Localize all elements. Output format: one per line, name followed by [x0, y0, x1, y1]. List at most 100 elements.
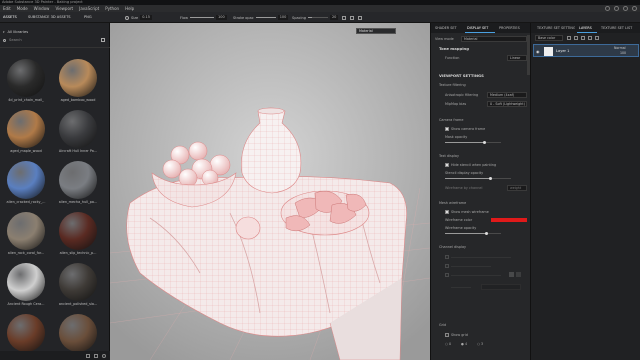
spacing-control[interactable]: Spacing 20 — [292, 14, 339, 21]
camera-icon[interactable] — [605, 6, 610, 11]
search-input[interactable]: Search — [9, 38, 79, 42]
settings-icon[interactable] — [102, 353, 106, 358]
menu-viewport[interactable]: Viewport — [55, 6, 73, 11]
asset-label: Ancient Rough Cera... — [7, 302, 45, 306]
spacing-value[interactable]: 20 — [329, 15, 339, 20]
channel-dropdown[interactable]: Base color — [535, 35, 563, 41]
asset-label: alien_mecha_hull_pa... — [58, 200, 98, 204]
add-mask-icon[interactable] — [581, 36, 585, 40]
asset-thumbnail[interactable]: 4d_print_chain_mail_ — [3, 59, 51, 102]
material-preview-icon — [7, 110, 45, 148]
pen-icon[interactable] — [358, 15, 362, 20]
flow-value[interactable]: 100 — [216, 15, 227, 20]
filter-icon[interactable] — [86, 353, 90, 358]
tab-substance-assets[interactable]: SUBSTANCE 3D ASSETS — [28, 12, 71, 23]
hide-stencil-checkbox[interactable] — [445, 163, 449, 167]
weight-button[interactable]: weight — [507, 185, 527, 191]
asset-thumbnail[interactable]: ancient_polished_sla... — [55, 263, 103, 306]
asset-thumbnail[interactable] — [3, 314, 51, 353]
layers-tabbar: TEXTURE SET SETTINGS LAYERS TEXTURE SET … — [531, 23, 640, 33]
grid-view-icon[interactable] — [101, 38, 105, 42]
size-value[interactable]: 0.15 — [140, 15, 152, 20]
viewport-material-dropdown[interactable]: Material — [356, 28, 396, 34]
import-icon[interactable] — [94, 353, 98, 358]
viewport-3d[interactable]: Material — [110, 23, 430, 360]
stencil-opacity-slider[interactable] — [445, 177, 511, 181]
scene-render[interactable] — [110, 23, 430, 360]
show-grid-checkbox[interactable] — [445, 333, 449, 337]
display-settings-panel: SHADER SET DISPLAY SET PROPERTIES View m… — [430, 23, 531, 360]
asset-thumbnail[interactable]: Aircraft Hull Inner Pa... — [55, 110, 103, 153]
asset-thumbnail[interactable]: alien_cracked_rocky_... — [3, 161, 51, 204]
add-fill-layer-icon[interactable] — [567, 36, 571, 40]
asset-label: alien_cracked_rocky_... — [6, 200, 46, 204]
asset-thumbnail[interactable]: aged_bamboo_wood — [55, 59, 103, 102]
menu-window[interactable]: Window — [34, 6, 50, 11]
tab-png[interactable]: PNG — [84, 12, 92, 23]
mipmap-dropdown[interactable]: 0 - Soft (Lightweight) — [487, 101, 527, 107]
chevron-down-icon: ▾ — [3, 29, 5, 34]
layer-row[interactable]: ◉ Layer 1 Normal 100 — [533, 44, 639, 57]
asset-thumbnail[interactable]: Ancient Rough Cera... — [3, 263, 51, 306]
lazy-mouse-icon[interactable] — [350, 15, 354, 20]
brush-size-control[interactable]: Size 0.15 — [125, 14, 152, 21]
anisotropic-dropdown[interactable]: Medium (4xaf) — [487, 92, 527, 98]
mipmap-label: MipMap bias — [445, 102, 467, 106]
show-camera-frame-checkbox[interactable] — [445, 127, 449, 131]
tab-assets[interactable]: ASSETS — [3, 12, 17, 23]
menu-help[interactable]: Help — [125, 6, 134, 11]
menu-mode[interactable]: Mode — [17, 6, 28, 11]
menu-javascript[interactable]: JavaScript — [79, 6, 99, 11]
delete-icon[interactable] — [595, 36, 599, 40]
asset-label: alien_rock_coral_for... — [7, 251, 45, 255]
render-icon[interactable] — [623, 6, 628, 11]
menu-edit[interactable]: Edit — [3, 6, 11, 11]
material-preview-icon — [7, 263, 45, 301]
share-icon[interactable] — [632, 6, 637, 11]
asset-thumbnail[interactable]: alien_slip_technic_p... — [55, 212, 103, 255]
asset-thumbnail[interactable]: alien_rock_coral_for... — [3, 212, 51, 255]
light-icon[interactable] — [614, 6, 619, 11]
layer-name[interactable]: Layer 1 — [556, 49, 569, 53]
menu-python[interactable]: Python — [105, 6, 119, 11]
show-mesh-wireframe-checkbox[interactable] — [445, 210, 449, 214]
mask-opacity-slider[interactable] — [445, 141, 501, 145]
symmetry-icon[interactable] — [342, 15, 346, 20]
stroke-slider[interactable] — [255, 16, 276, 19]
library-filter[interactable]: ▾ All libraries — [0, 28, 110, 35]
add-layer-icon[interactable] — [574, 36, 578, 40]
tab-texture-set-list[interactable]: TEXTURE SET LIST — [599, 23, 639, 33]
folder-icon[interactable] — [588, 36, 592, 40]
asset-thumbnail[interactable]: alien_mecha_hull_pa... — [55, 161, 103, 204]
tab-display-settings[interactable]: DISPLAY SET — [465, 23, 495, 33]
symmetry-controls — [342, 14, 362, 21]
tone-mapping-heading: Tone mapping — [439, 46, 469, 51]
material-preview-icon — [59, 110, 97, 148]
tab-layers[interactable]: LAYERS — [577, 23, 597, 33]
grid-option-4[interactable]: ● 4 — [461, 342, 467, 348]
view-mode-dropdown[interactable]: Material — [461, 36, 527, 42]
material-preview-icon — [7, 59, 45, 97]
asset-footer — [0, 351, 110, 360]
tab-texture-set-settings[interactable]: TEXTURE SET SETTINGS — [535, 23, 575, 33]
material-preview-icon — [59, 59, 97, 97]
layer-opacity[interactable]: 100 — [620, 51, 626, 55]
wireframe-color-swatch[interactable] — [491, 218, 527, 222]
asset-thumbnail[interactable]: aged_maple_wood — [3, 110, 51, 153]
flow-slider[interactable] — [190, 16, 214, 19]
blend-mode[interactable]: Normal — [614, 46, 626, 50]
stroke-opacity-control[interactable]: Stroke opac 100 — [233, 14, 289, 21]
flow-control[interactable]: Flow 100 — [180, 14, 227, 21]
wireframe-opacity-slider[interactable] — [445, 232, 501, 236]
eye-icon[interactable]: ◉ — [536, 49, 540, 54]
grid-heading: Grid — [439, 323, 447, 327]
tab-properties[interactable]: PROPERTIES — [497, 23, 529, 33]
tab-shader-settings[interactable]: SHADER SET — [433, 23, 463, 33]
grid-options: ○ 0 ● 4 ○ 3 — [445, 342, 525, 348]
asset-thumbnail[interactable] — [55, 314, 103, 353]
stroke-value[interactable]: 100 — [277, 15, 289, 20]
spacing-slider[interactable] — [307, 16, 328, 19]
function-dropdown[interactable]: Linear — [507, 55, 527, 61]
grid-option-0[interactable]: ○ 0 — [445, 342, 451, 348]
grid-option-3[interactable]: ○ 3 — [477, 342, 483, 348]
